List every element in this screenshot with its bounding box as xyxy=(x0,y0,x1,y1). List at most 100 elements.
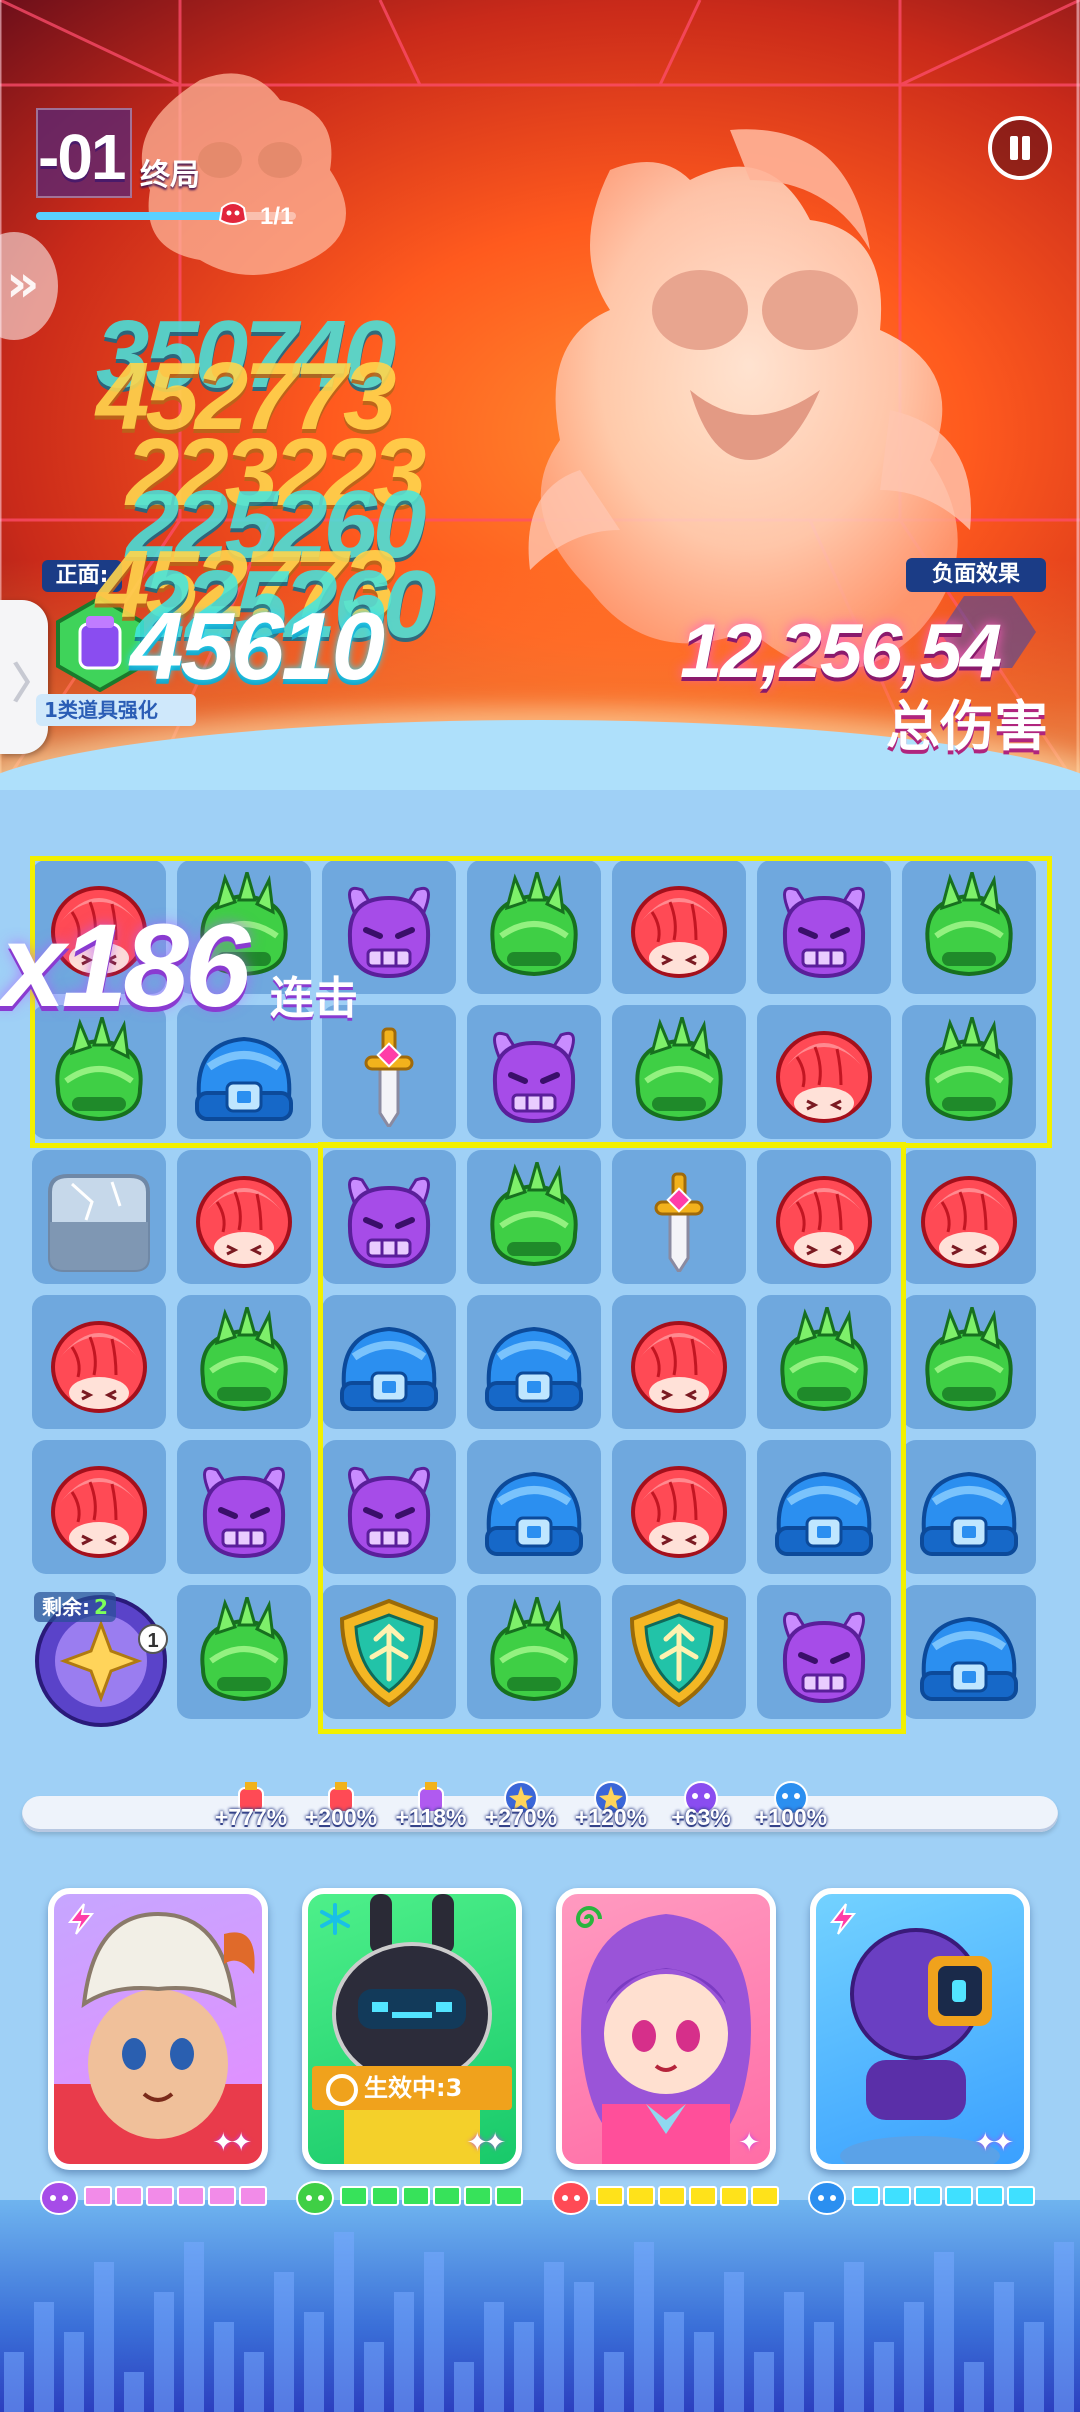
equalizer-bar xyxy=(64,2332,84,2412)
energy-segment xyxy=(239,2186,267,2206)
sword-gem-icon xyxy=(654,1172,704,1272)
board-cell[interactable] xyxy=(612,1585,746,1719)
equalizer-bar xyxy=(934,2252,954,2412)
board-cell[interactable] xyxy=(322,1585,456,1719)
board-cell[interactable] xyxy=(32,1295,166,1429)
green-element-icon xyxy=(296,2181,334,2215)
board-cell[interactable] xyxy=(902,1440,1036,1574)
equalizer-bar xyxy=(124,2372,144,2412)
board-cell[interactable] xyxy=(322,1295,456,1429)
red-gem-icon xyxy=(631,1321,727,1413)
skill-remaining-label: 剩余: xyxy=(42,1595,90,1619)
buff-item: +270% xyxy=(476,1778,566,1831)
board-cell[interactable] xyxy=(757,1585,891,1719)
star-rating: ✦ xyxy=(738,2128,760,2158)
purple-element-icon xyxy=(40,2181,78,2215)
blue-gem-icon xyxy=(340,1326,438,1411)
equalizer-bar xyxy=(604,2352,624,2412)
buff-value: +120% xyxy=(574,1804,648,1830)
buff-item: +120% xyxy=(566,1778,656,1831)
lightning-icon xyxy=(829,1903,857,1935)
board-cell[interactable] xyxy=(467,1440,601,1574)
equalizer-bar xyxy=(724,2272,744,2412)
hero-card-purple-robot[interactable]: ✦✦ xyxy=(810,1888,1030,2170)
red-gem-icon xyxy=(51,1466,147,1558)
board-cell[interactable] xyxy=(757,1005,891,1139)
green-gem-icon xyxy=(780,1307,868,1412)
red-gem-icon xyxy=(921,1176,1017,1268)
equalizer-bar xyxy=(544,2262,564,2412)
equalizer-bar xyxy=(994,2282,1014,2412)
green-gem-icon xyxy=(925,1017,1013,1122)
energy-segment xyxy=(495,2186,523,2206)
energy-segment xyxy=(208,2186,236,2206)
green-gem-icon xyxy=(925,1307,1013,1412)
board-cell[interactable] xyxy=(467,1585,601,1719)
pause-button[interactable] xyxy=(988,116,1052,180)
board-cell[interactable] xyxy=(612,1005,746,1139)
board-cell[interactable] xyxy=(757,1295,891,1429)
board-cell[interactable] xyxy=(902,1295,1036,1429)
buff-value: +270% xyxy=(484,1804,558,1830)
hero-card-bunny-robot[interactable]: 生效中:3 ✦✦ xyxy=(302,1888,522,2170)
lightning-icon xyxy=(67,1903,95,1935)
board-cell[interactable] xyxy=(757,1440,891,1574)
negative-effects-title: 负面效果 xyxy=(906,558,1046,592)
energy-segment xyxy=(177,2186,205,2206)
board-cell[interactable] xyxy=(322,1440,456,1574)
board-cell[interactable] xyxy=(902,860,1036,994)
board-cell[interactable] xyxy=(32,1440,166,1574)
skill-remaining: 剩余: 2 xyxy=(34,1592,116,1622)
equalizer-bar xyxy=(454,2362,474,2412)
board-cell[interactable] xyxy=(467,1150,601,1284)
board-cell[interactable] xyxy=(612,1295,746,1429)
board-cell[interactable] xyxy=(902,1585,1036,1719)
purple-gem-icon xyxy=(347,1466,431,1559)
buff-value: +63% xyxy=(671,1804,731,1830)
side-drawer-tab[interactable]: 〉 xyxy=(0,600,54,754)
green-gem-icon xyxy=(925,872,1013,977)
board-cell[interactable] xyxy=(902,1005,1036,1139)
equalizer-bar xyxy=(514,2322,534,2412)
board-cell[interactable] xyxy=(757,1150,891,1284)
energy-segment xyxy=(720,2186,748,2206)
energy-segment xyxy=(433,2186,461,2206)
energy-segment xyxy=(627,2186,655,2206)
equalizer-bar xyxy=(274,2272,294,2412)
board-cell[interactable] xyxy=(612,1150,746,1284)
blue-gem-icon xyxy=(920,1471,1018,1556)
board-cell[interactable] xyxy=(467,1005,601,1139)
hero-card-maid-girl[interactable]: ✦ xyxy=(556,1888,776,2170)
hero-card-skull-warrior[interactable]: ✦✦ xyxy=(48,1888,268,2170)
equalizer-bar xyxy=(874,2342,894,2412)
hero-energy-bar xyxy=(550,2181,790,2215)
green-gem-icon xyxy=(490,1597,578,1702)
green-gem-icon xyxy=(490,1162,578,1267)
combo-count: x186 xyxy=(0,900,251,1032)
board-cell[interactable] xyxy=(177,1150,311,1284)
board-cell[interactable] xyxy=(757,860,891,994)
board-cell[interactable] xyxy=(612,860,746,994)
hero-energy-bar xyxy=(38,2181,278,2215)
board-cell[interactable] xyxy=(177,1295,311,1429)
equalizer-bar xyxy=(574,2282,594,2412)
energy-segment xyxy=(402,2186,430,2206)
board-cell[interactable] xyxy=(32,1150,166,1284)
equalizer-bar xyxy=(1054,2242,1074,2412)
board-cell[interactable] xyxy=(612,1440,746,1574)
purple-gem-icon xyxy=(782,886,866,979)
board-cell[interactable] xyxy=(467,860,601,994)
board-cell[interactable] xyxy=(902,1150,1036,1284)
buff-item: +777% xyxy=(206,1778,296,1831)
equalizer-bar xyxy=(424,2252,444,2412)
board-cell[interactable] xyxy=(467,1295,601,1429)
board-cell[interactable] xyxy=(322,1150,456,1284)
main-damage-popup: 45610 xyxy=(130,593,385,700)
red-gem-icon xyxy=(776,1176,872,1268)
board-cell[interactable] xyxy=(177,1585,311,1719)
energy-segment xyxy=(658,2186,686,2206)
equalizer-bar xyxy=(634,2242,654,2412)
equalizer-bar xyxy=(154,2292,174,2412)
board-cell[interactable] xyxy=(177,1440,311,1574)
equalizer-bar xyxy=(754,2352,774,2412)
